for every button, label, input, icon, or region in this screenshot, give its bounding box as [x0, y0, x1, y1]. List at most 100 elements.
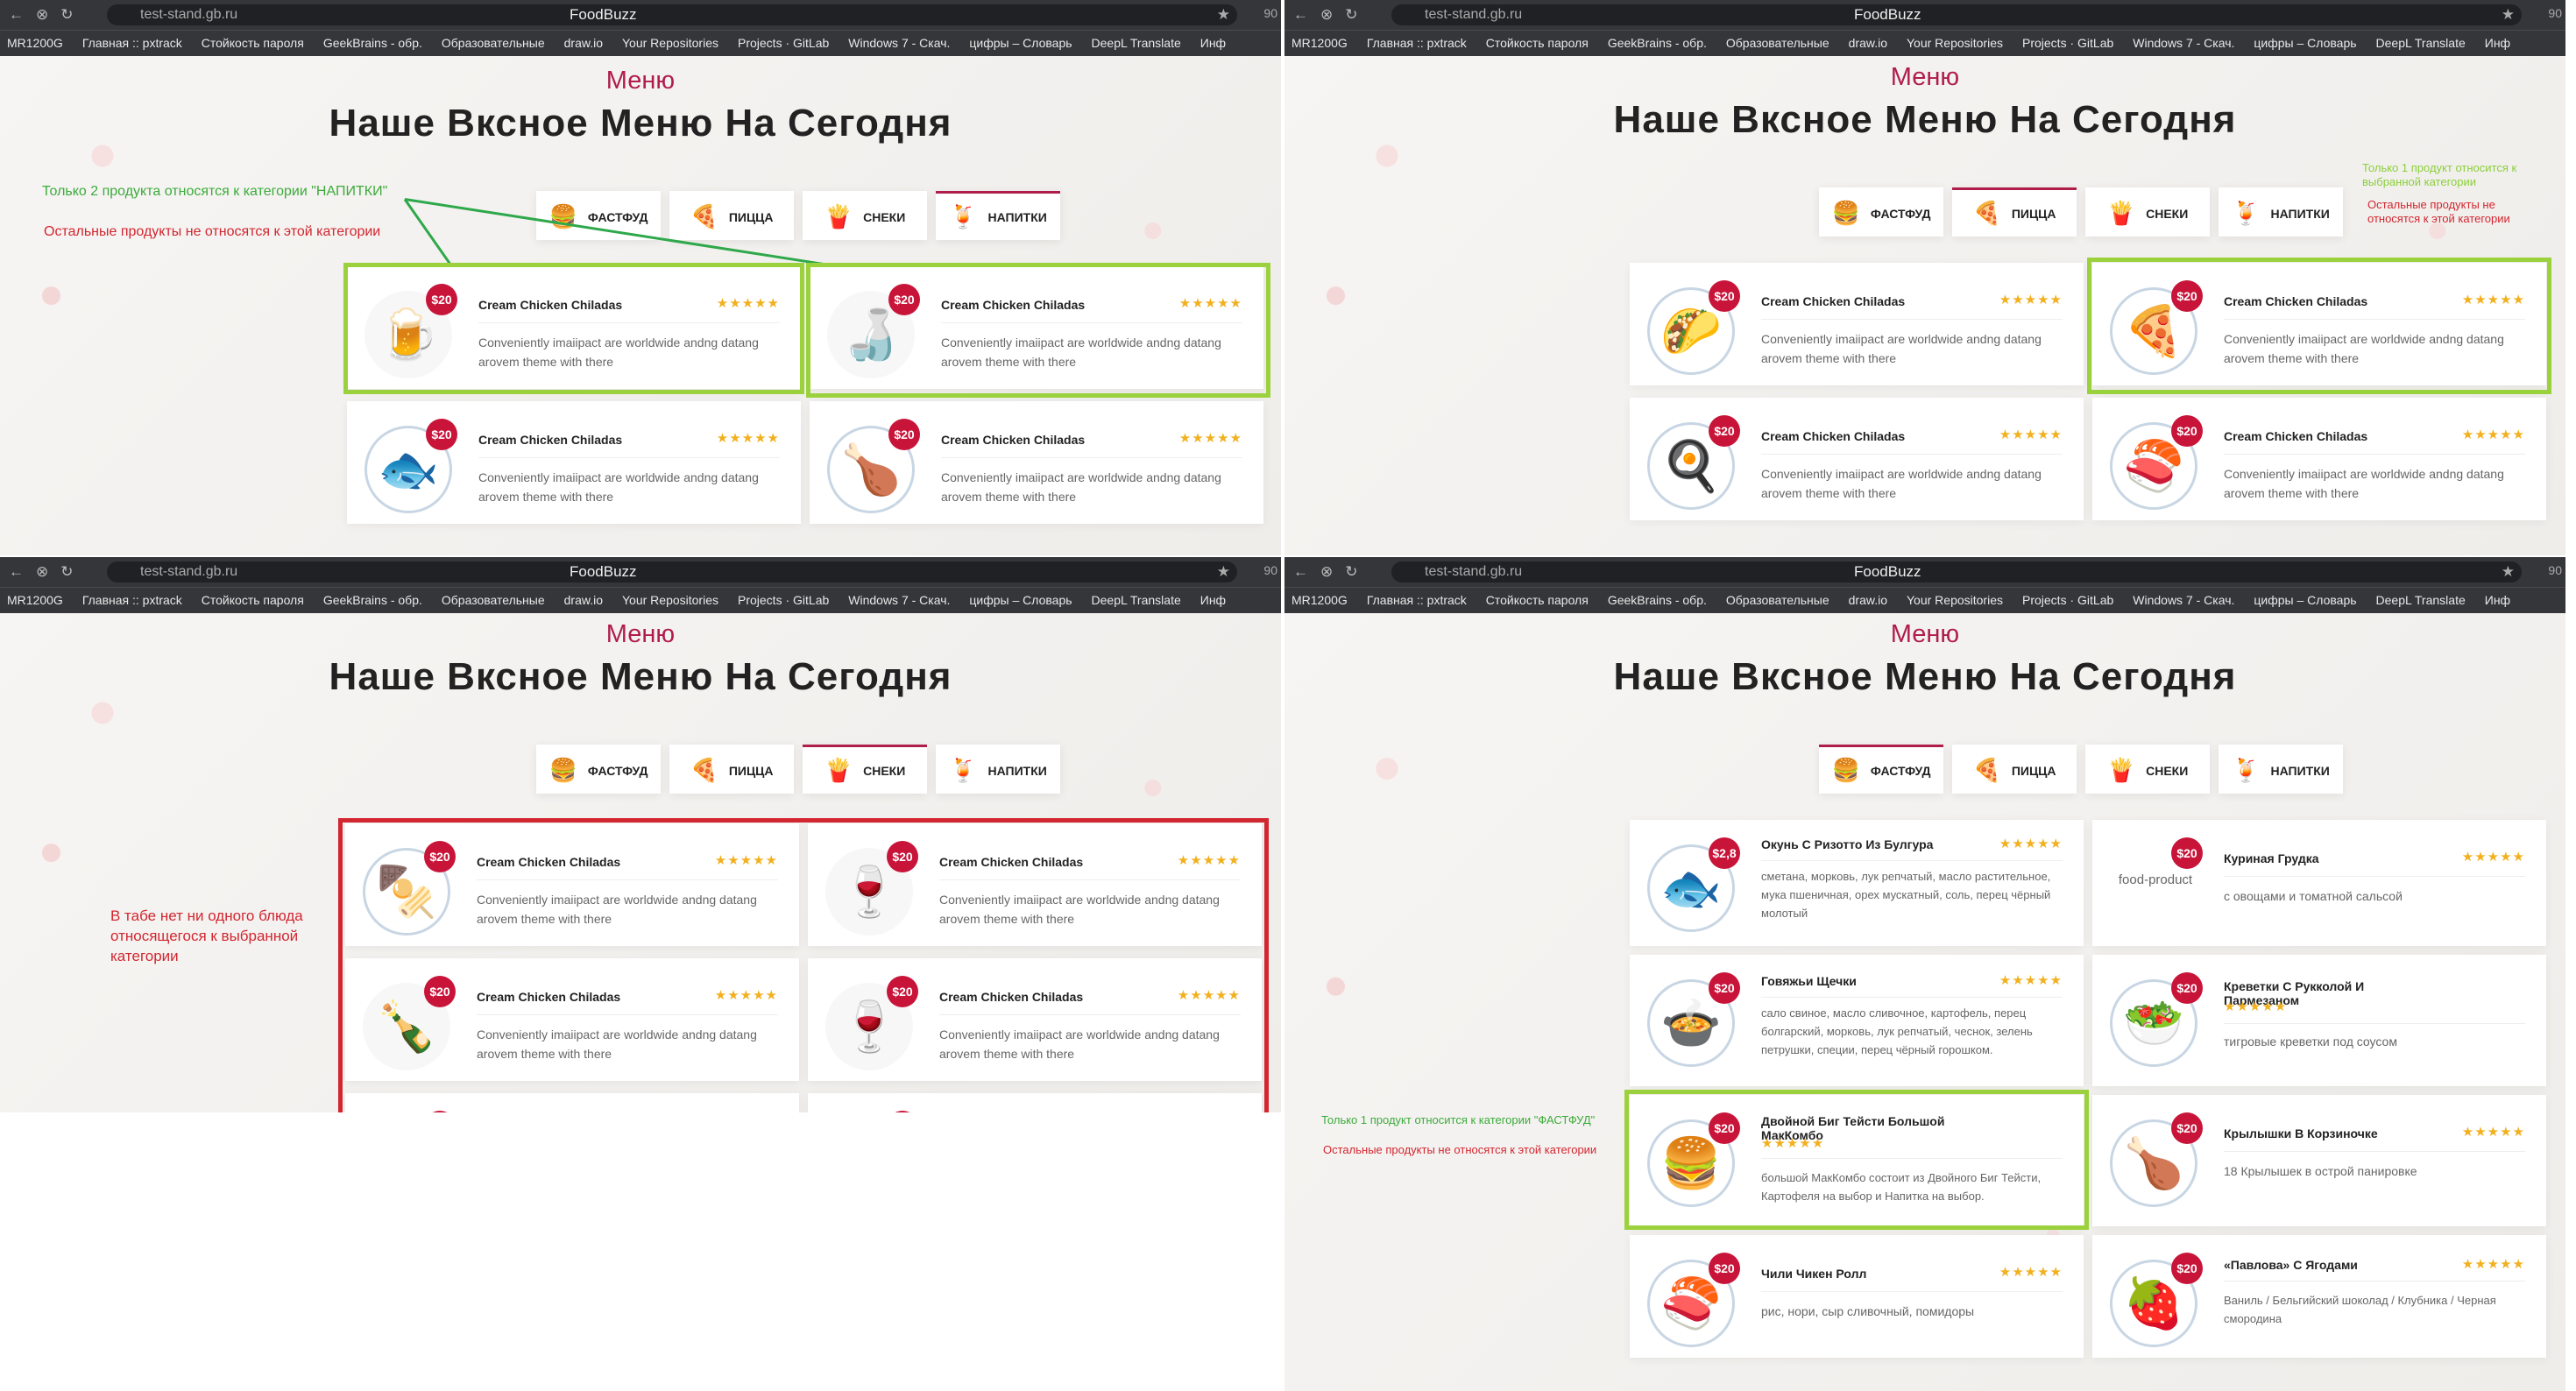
bookmark-icon[interactable]: ★ — [1217, 6, 1230, 24]
tab-drinks[interactable]: 🍹 НАПИТКИ — [936, 745, 1060, 794]
bookmark-item[interactable]: Windows 7 - Скач. — [848, 31, 950, 55]
tab-label: ФАСТФУД — [587, 209, 648, 224]
bookmark-item[interactable]: цифры – Словарь — [2254, 588, 2356, 612]
extension-badge[interactable]: 90 — [1263, 6, 1277, 20]
tab-snacks[interactable]: 🍟 СНЕКИ — [2085, 187, 2210, 237]
extension-badge[interactable]: 90 — [1263, 563, 1277, 577]
bookmark-item[interactable]: цифры – Словарь — [2254, 31, 2356, 55]
tab-drinks[interactable]: 🍹 НАПИТКИ — [2219, 187, 2343, 237]
bookmark-item[interactable]: Инф — [2485, 588, 2510, 612]
menu-card[interactable]: 🍗 $20 Крылышки В Корзиночке ★★★★★ 18 Крылыше… — [2092, 1095, 2546, 1226]
nav-buttons[interactable]: ←⊗↻ — [9, 6, 86, 24]
bookmark-icon[interactable]: ★ — [1217, 563, 1230, 581]
bookmark-item[interactable]: Стойкость пароля — [202, 31, 304, 55]
menu-card[interactable]: 🍓 $20 «Павлова» С Ягодами ★★★★★ Ваниль / Бел… — [2092, 1235, 2546, 1358]
bookmark-item[interactable]: Projects · GitLab — [738, 31, 829, 55]
bookmark-item[interactable]: draw.io — [1849, 588, 1887, 612]
bookmark-item[interactable]: GeekBrains - обр. — [323, 31, 422, 55]
bookmark-item[interactable]: Projects · GitLab — [2022, 588, 2113, 612]
address-bar[interactable]: test-stand.gb.ru — [1391, 561, 2522, 583]
price-badge: $20 — [2171, 972, 2203, 1004]
tab-fastfood[interactable]: 🍔 ФАСТФУД — [1819, 187, 1943, 237]
menu-card[interactable]: food-product $20 Куриная Грудка ★★★★★ с овощ… — [2092, 820, 2546, 946]
address-bar[interactable]: test-stand.gb.ru — [107, 561, 1237, 583]
bookmark-item[interactable]: GeekBrains - обр. — [1608, 31, 1707, 55]
menu-card[interactable]: 🥗 $20 Креветки С Рукколой И Пармезаном ★★★★… — [2092, 955, 2546, 1086]
tab-fastfood[interactable]: 🍔 ФАСТФУД — [536, 745, 661, 794]
bookmark-item[interactable]: DeepL Translate — [1092, 31, 1181, 55]
bookmark-item[interactable]: DeepL Translate — [2376, 588, 2466, 612]
bookmark-item[interactable]: Образовательные — [1726, 588, 1829, 612]
tab-snacks[interactable]: 🍟 СНЕКИ — [803, 191, 927, 240]
bookmark-item[interactable]: MR1200G — [7, 588, 63, 612]
bookmark-item[interactable]: MR1200G — [1292, 31, 1348, 55]
bookmark-item[interactable]: Стойкость пароля — [1486, 31, 1589, 55]
bookmark-item[interactable]: GeekBrains - обр. — [323, 588, 422, 612]
tab-fastfood[interactable]: 🍔 ФАСТФУД — [1819, 745, 1943, 794]
price-badge: $20 — [1709, 280, 1740, 312]
tab-pizza[interactable]: 🍕 ПИЦЦА — [1952, 187, 2077, 237]
tab-pizza[interactable]: 🍕 ПИЦЦА — [1952, 745, 2077, 794]
tab-drinks[interactable]: 🍹 НАПИТКИ — [936, 191, 1060, 240]
menu-card[interactable]: 🌮 $20 Cream Chicken Chiladas ★★★★★ Convenien… — [1630, 263, 2084, 385]
bookmark-icon[interactable]: ★ — [2502, 6, 2515, 24]
extension-badge[interactable]: 90 — [2548, 563, 2562, 577]
bookmark-item[interactable]: цифры – Словарь — [969, 588, 1072, 612]
bookmark-item[interactable]: Projects · GitLab — [2022, 31, 2113, 55]
highlight-box-red — [338, 818, 1269, 1112]
bookmark-item[interactable]: Главная :: pxtrack — [82, 588, 182, 612]
bookmark-item[interactable]: Образовательные — [442, 31, 545, 55]
bookmark-item[interactable]: Стойкость пароля — [202, 588, 304, 612]
menu-card[interactable]: 🐟 $2,8 Окунь С Ризотто Из Булгура ★★★★★ смет… — [1630, 820, 2084, 946]
bookmark-item[interactable]: Образовательные — [1726, 31, 1829, 55]
bookmark-item[interactable]: Образовательные — [442, 588, 545, 612]
tab-snacks[interactable]: 🍟 СНЕКИ — [803, 745, 927, 794]
bookmark-item[interactable]: GeekBrains - обр. — [1608, 588, 1707, 612]
divider — [478, 457, 780, 458]
extension-badge[interactable]: 90 — [2548, 6, 2562, 20]
highlight-box-green — [2087, 258, 2551, 394]
nav-buttons[interactable]: ←⊗↻ — [1293, 6, 1370, 24]
menu-card[interactable]: 🍳 $20 Cream Chicken Chiladas ★★★★★ Convenien… — [1630, 398, 2084, 520]
tab-fastfood[interactable]: 🍔 ФАСТФУД — [536, 191, 661, 240]
bookmark-item[interactable]: Главная :: pxtrack — [82, 31, 182, 55]
bookmark-item[interactable]: MR1200G — [1292, 588, 1348, 612]
bookmark-item[interactable]: Инф — [1200, 31, 1226, 55]
bookmark-item[interactable]: цифры – Словарь — [969, 31, 1072, 55]
bookmark-item[interactable]: draw.io — [1849, 31, 1887, 55]
nav-buttons[interactable]: ←⊗↻ — [9, 563, 86, 581]
bookmark-item[interactable]: Your Repositories — [622, 588, 718, 612]
menu-card[interactable]: 🐟 $20 Cream Chicken Chiladas ★★★★★ Convenien… — [347, 401, 801, 524]
pizza-icon: 🍕 — [1972, 757, 2001, 783]
bookmark-item[interactable]: draw.io — [564, 31, 603, 55]
bookmark-item[interactable]: Главная :: pxtrack — [1367, 588, 1467, 612]
bookmark-item[interactable]: Инф — [1200, 588, 1226, 612]
menu-card[interactable]: 🍗 $20 Cream Chicken Chiladas ★★★★★ Convenien… — [810, 401, 1263, 524]
bookmark-item[interactable]: Projects · GitLab — [738, 588, 829, 612]
tab-pizza[interactable]: 🍕 ПИЦЦА — [669, 745, 794, 794]
address-bar[interactable]: test-stand.gb.ru — [1391, 4, 2522, 25]
bookmark-icon[interactable]: ★ — [2502, 563, 2515, 581]
bookmark-item[interactable]: Windows 7 - Скач. — [2133, 588, 2234, 612]
bookmark-item[interactable]: Windows 7 - Скач. — [2133, 31, 2234, 55]
menu-card[interactable]: 🍲 $20 Говяжьи Щечки ★★★★★ сало свиное, масло… — [1630, 955, 2084, 1086]
highlight-box-green — [1624, 1090, 2089, 1230]
address-bar[interactable]: test-stand.gb.ru — [107, 4, 1237, 25]
bookmark-item[interactable]: Стойкость пароля — [1486, 588, 1589, 612]
menu-card[interactable]: 🍣 $20 Cream Chicken Chiladas ★★★★★ Convenien… — [2092, 398, 2546, 520]
bookmark-item[interactable]: Your Repositories — [1907, 31, 2003, 55]
bookmark-item[interactable]: DeepL Translate — [2376, 31, 2466, 55]
tab-snacks[interactable]: 🍟 СНЕКИ — [2085, 745, 2210, 794]
menu-card[interactable]: 🍣 $20 Чили Чикен Ролл ★★★★★ рис, нори, сыр с… — [1630, 1235, 2084, 1358]
bookmark-item[interactable]: Главная :: pxtrack — [1367, 31, 1467, 55]
nav-buttons[interactable]: ←⊗↻ — [1293, 563, 1370, 581]
tab-pizza[interactable]: 🍕 ПИЦЦА — [669, 191, 794, 240]
bookmark-item[interactable]: Your Repositories — [622, 31, 718, 55]
bookmark-item[interactable]: Инф — [2485, 31, 2510, 55]
bookmark-item[interactable]: Windows 7 - Скач. — [848, 588, 950, 612]
bookmark-item[interactable]: draw.io — [564, 588, 603, 612]
bookmark-item[interactable]: MR1200G — [7, 31, 63, 55]
bookmark-item[interactable]: DeepL Translate — [1092, 588, 1181, 612]
bookmark-item[interactable]: Your Repositories — [1907, 588, 2003, 612]
tab-drinks[interactable]: 🍹 НАПИТКИ — [2219, 745, 2343, 794]
